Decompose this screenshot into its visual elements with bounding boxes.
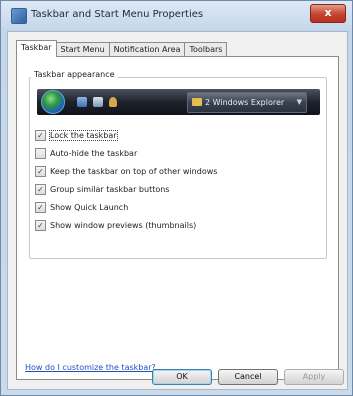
tab-start-menu[interactable]: Start Menu (55, 42, 110, 57)
desktop-icon (77, 97, 87, 107)
option-window-previews[interactable]: ✓ Show window previews (thumbnails) (35, 219, 196, 231)
taskbar-properties-icon (11, 8, 27, 24)
tab-taskbar[interactable]: Taskbar (16, 40, 57, 57)
switch-windows-icon (93, 97, 103, 107)
apply-button[interactable]: Apply (284, 369, 344, 385)
option-keep-on-top[interactable]: ✓ Keep the taskbar on top of other windo… (35, 165, 217, 177)
option-label: Keep the taskbar on top of other windows (50, 166, 218, 176)
tab-toolbars[interactable]: Toolbars (184, 42, 228, 57)
option-label: Group similar taskbar buttons (50, 184, 170, 194)
preview-task-button: 2 Windows Explorer ▼ (187, 92, 307, 113)
cancel-button[interactable]: Cancel (218, 369, 278, 385)
chevron-down-icon: ▼ (296, 98, 302, 106)
keep-on-top-checkbox[interactable]: ✓ (35, 165, 46, 177)
folder-icon (192, 98, 202, 106)
tab-notification-area[interactable]: Notification Area (108, 42, 186, 57)
task-button-label: 2 Windows Explorer (205, 98, 285, 107)
customize-taskbar-help-link[interactable]: How do I customize the taskbar? (25, 363, 156, 372)
taskbar-preview-image: 2 Windows Explorer ▼ (37, 89, 320, 115)
close-button[interactable]: x (310, 4, 346, 23)
group-label: Taskbar appearance (31, 70, 118, 79)
window-title: Taskbar and Start Menu Properties (31, 9, 204, 20)
taskbar-tab-panel: Taskbar appearance 2 Windows Explorer ▼ … (16, 56, 339, 380)
option-label: Lock the taskbar (49, 129, 118, 141)
lock-taskbar-checkbox[interactable]: ✓ (35, 129, 46, 141)
quick-launch-checkbox[interactable]: ✓ (35, 201, 46, 213)
option-show-quick-launch[interactable]: ✓ Show Quick Launch (35, 201, 128, 213)
tab-strip: Taskbar Start Menu Notification Area Too… (16, 40, 228, 57)
properties-dialog: Taskbar and Start Menu Properties x Task… (0, 0, 353, 396)
option-label: Show Quick Launch (50, 202, 129, 212)
auto-hide-checkbox[interactable] (35, 147, 46, 159)
option-group-buttons[interactable]: ✓ Group similar taskbar buttons (35, 183, 169, 195)
dialog-body: Taskbar Start Menu Notification Area Too… (7, 31, 348, 390)
group-buttons-checkbox[interactable]: ✓ (35, 183, 46, 195)
option-lock-taskbar[interactable]: ✓ Lock the taskbar (35, 129, 118, 141)
title-bar[interactable]: Taskbar and Start Menu Properties x (1, 1, 352, 31)
ok-button[interactable]: OK (152, 369, 212, 385)
option-label: Show window previews (thumbnails) (50, 220, 197, 230)
media-icon (109, 97, 117, 107)
option-label: Auto-hide the taskbar (50, 148, 138, 158)
start-orb-icon (41, 90, 65, 114)
window-previews-checkbox[interactable]: ✓ (35, 219, 46, 231)
option-auto-hide[interactable]: Auto-hide the taskbar (35, 147, 137, 159)
